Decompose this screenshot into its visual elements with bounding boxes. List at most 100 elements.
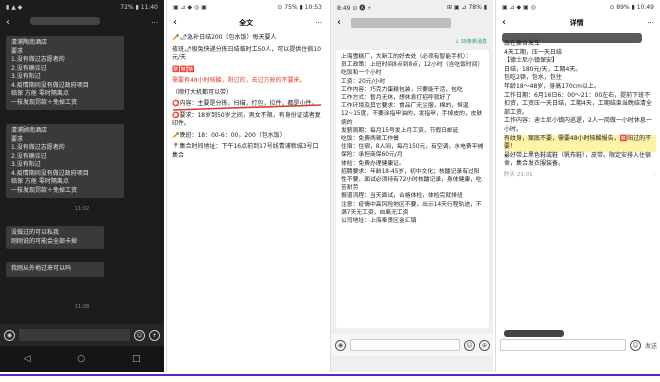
signal-icon: ▮ ▲ ◆ [6, 3, 23, 11]
message-line: 清浦顾南酒店 [11, 127, 48, 134]
message-line: 工作环境及其它要求：食品厂无尘服，棉的，恒温12~15度，不要涂指甲油的，发指甲… [341, 103, 483, 126]
message-line: 4.疫情期间没有做过政府项目 [11, 169, 89, 177]
message-bubble[interactable]: 没做过的可以私我 刚刚说的可能会全部卡掉 [6, 226, 104, 249]
timestamp: 11:08 [74, 304, 90, 310]
redacted-name [30, 17, 100, 25]
message-line: 临保 方舱 零时隔离点 [11, 178, 69, 185]
message-line: 一枝发现罚款＋免掉工资 [11, 186, 78, 194]
plus-icon[interactable]: + [149, 329, 160, 341]
detail-line: 现在集合发车 [504, 40, 541, 47]
voice-icon[interactable]: ◉ [4, 329, 15, 341]
post-paragraph: （顺打大机都可以带） [172, 88, 233, 96]
message-line: 注意：疫情中高风险地区不要，出示14天行程轨迹，不满7天无工资，自离无工资 [341, 201, 482, 216]
message-line: 住宿：住宿，8人间，每月150元，有空调，水电费平摊 [341, 144, 484, 151]
long-message-panel: 8:49 ⊙ 🅐 ⚡ ⊞ ▣ ⊿ 78% ▮ ‹ ↓ 39条新消息 上海雪糕厂，… [330, 0, 493, 372]
status-bar: 8:49 ⊙ 🅐 ⚡ ⊞ ▣ ⊿ 78% ▮ [331, 0, 493, 14]
detail-panel: ▣ ⊿ ◆ ▣ ◎ ⊙ 89% ▮ 10:49 ‹ 详情 ··· 现在集合发车 4… [495, 0, 660, 372]
status-icons: ▣ ⊿ ◆ ◎ ▣ [173, 3, 207, 11]
new-messages-badge[interactable]: ↓ 39条新消息 [455, 38, 487, 45]
message-line: 没做过的可以私我 [11, 229, 60, 236]
battery-time: ⊙ 89% ▮ 10:49 [609, 3, 654, 11]
page-title: 详情 [569, 19, 584, 27]
post-paragraph: 夜班🌶极兔快递分拣日结临时工50人，可以提供住宿10元/天 [172, 45, 321, 62]
message-line: 2.没有确诊过 [11, 64, 47, 72]
post-paragraph: 🥕晚班：18：00-6：00，200（包水饭） [172, 131, 286, 139]
red-underline-mark [172, 104, 322, 111]
detail-body: 现在集合发车 4天工期，压一天日结 【德士尼小镇保安】 日结，180元/天，工期4天。… [504, 40, 656, 180]
post-fulltext-panel: ▣ ⊿ ◆ ◎ ▣ ⊙ 75% ▮ 10:53 ‹ 全文 ··· 🥕🌶急补日结2… [166, 0, 328, 372]
comment-input[interactable] [500, 339, 626, 351]
chat-panel-dark: ▮ ▲ ◆ 72% ▮ 11:40 ‹ ··· 清浦陶南酒店 要求 1.没有做过志愿… [0, 0, 164, 372]
message-line: 3.没有阳过 [11, 73, 41, 80]
message-input[interactable] [350, 339, 460, 351]
back-icon[interactable]: ‹ [502, 18, 506, 28]
input-bar: ◉ ☺ + [0, 324, 164, 346]
back-icon[interactable]: ‹ [173, 18, 177, 28]
post-paragraph: 📍集合时间地址：下午16点前到17号线青浦新城3号口集合 [172, 143, 319, 159]
detail-line: 包吃2顿，包水，包住 [504, 74, 562, 82]
detail-line: 工作内容：迪士尼小镇内巡逻，2人一岗做一小时休息一小时。 [504, 117, 652, 133]
message-bubble[interactable]: 清浦顾南酒店 要求 1.没有做过志愿者的 2.没有确诊过 3.没有阳过 4.疫情期间没有做… [6, 124, 124, 198]
more-icon[interactable]: ··· [315, 19, 322, 27]
detail-line: 【德士尼小镇保安】 [504, 57, 559, 65]
message-line: 发薪周期：每月15号发上月工资，节假日邮延 [341, 127, 459, 134]
message-line: 3.没有阳过 [11, 161, 41, 168]
message-line: 清浦陶南酒店 [11, 39, 48, 46]
status-icons: ▣ ⊿ ◆ ▣ ◎ [502, 3, 536, 11]
message-line: 报道流程：当天面试，合格体检，体检完就排班 [341, 193, 463, 200]
back-icon[interactable]: ‹ [337, 18, 341, 28]
message-line: 保险：承担商保60元/月 [341, 152, 403, 159]
detail-line: 4天工期，压一天日结 [504, 48, 562, 56]
message-line: 员工政策：上班时间8点到8点，12小时（含吃饭时间）吃饭和一个小时 [341, 62, 484, 77]
message-input[interactable] [19, 329, 130, 341]
status-time: 8:49 ⊙ 🅐 ⚡ [337, 4, 372, 12]
more-icon[interactable]: ··· [647, 19, 654, 27]
message-line: 1.没有做过志愿者的 [11, 56, 65, 63]
message-bubble[interactable]: 我刚从外地过来可以吗 [6, 262, 104, 277]
message-line: 工作内容：巧克力蛋糕包装，只要能干活，包吃 [341, 86, 463, 93]
message-bubble[interactable]: 清浦陶南酒店 要求 1.没有做过志愿者的 2.没有确诊过 3.没有阳过 4.疫情期间没有做… [6, 36, 124, 110]
message-line: 刚刚说的可能会全部卡掉 [11, 237, 78, 245]
status-bar: ▮ ▲ ◆ 72% ▮ 11:40 [0, 0, 164, 14]
message-card[interactable]: 上海雪糕厂，大新工的好去处（必须有智能手机）： 员工政策：上班时间8点到8点，12… [336, 50, 489, 328]
message-line: 要求 [11, 135, 24, 143]
message-line: 2.没有确诊过 [11, 152, 47, 160]
page-title: 全文 [239, 19, 254, 27]
message-line: 吃饭：免费两顿工作餐 [341, 136, 399, 143]
redacted-name [351, 18, 451, 28]
status-bar: ▣ ⊿ ◆ ▣ ◎ ⊙ 89% ▮ 10:49 [496, 0, 660, 14]
system-nav-bar: ◁ ○ □ [0, 346, 164, 372]
more-icon[interactable]: ··· [151, 19, 158, 27]
post-date: 昨天 21:01 [504, 171, 533, 178]
emoji-icon[interactable]: ☺ [629, 339, 641, 351]
battery-time: 72% ▮ 11:40 [120, 3, 158, 11]
plus-icon[interactable]: ⊕ [479, 339, 490, 351]
timestamp: 11:02 [74, 206, 90, 212]
highlighted-requirement: 需要有48小时核酸，阳过的，去过方舱的不要来。 [172, 77, 306, 84]
emoji-icon[interactable]: ☺ [464, 339, 475, 351]
nav-recent-icon[interactable]: □ [132, 354, 141, 364]
message-line: 工资：20元/小时 [341, 78, 386, 85]
battery-status: ⊞ ▣ ⊿ 78% ▮ [447, 3, 487, 11]
input-bar: ☺ 发送 [496, 334, 660, 356]
more-dots-icon[interactable]: ·· [653, 171, 657, 180]
emoji-icon[interactable]: ☺ [134, 329, 145, 341]
nav-back-icon[interactable]: ◁ [23, 354, 30, 364]
post-body: 🥕🌶急补日结200（包水饭）每天要人 夜班🌶极兔快递分拣日结临时工50人，可以提… [172, 34, 324, 163]
post-paragraph: ⭕要求：18岁到50岁之间，男女不限，有身份证或者复印件。 [172, 111, 321, 128]
message-line: 体检：免费办理健康证。 [341, 160, 405, 167]
post-headline: 🥕🌶急补日结200（包水饭）每天要人 [172, 34, 277, 41]
message-line: 招聘要求：年龄18-45岁，初中文化；核酸记录有过阳性不要，面试必须持有72小时… [341, 168, 482, 192]
message-line: 工作方式：暂月无休，想休息打招呼就好了 [341, 95, 452, 102]
message-line: 上海雪糕厂，大新工的好去处（必须有智能手机）： [341, 54, 472, 60]
voice-icon[interactable]: ◉ [335, 339, 346, 351]
back-icon[interactable]: ‹ [6, 18, 10, 28]
message-line: 4.疫情期间没有做过政府项目 [11, 81, 89, 89]
bottom-accent-line [0, 372, 660, 382]
input-bar: ◉ ☺ ⊕ [331, 334, 493, 356]
message-line: 公司地址：上海奉贤区金汇镇 [341, 218, 417, 225]
send-button[interactable]: 发送 [645, 341, 657, 350]
status-bar: ▣ ⊿ ◆ ◎ ▣ ⊙ 75% ▮ 10:53 [167, 0, 328, 14]
nav-home-icon[interactable]: ○ [77, 354, 85, 364]
message-line: 一枝发现罚款＋免掉工资 [11, 98, 78, 106]
